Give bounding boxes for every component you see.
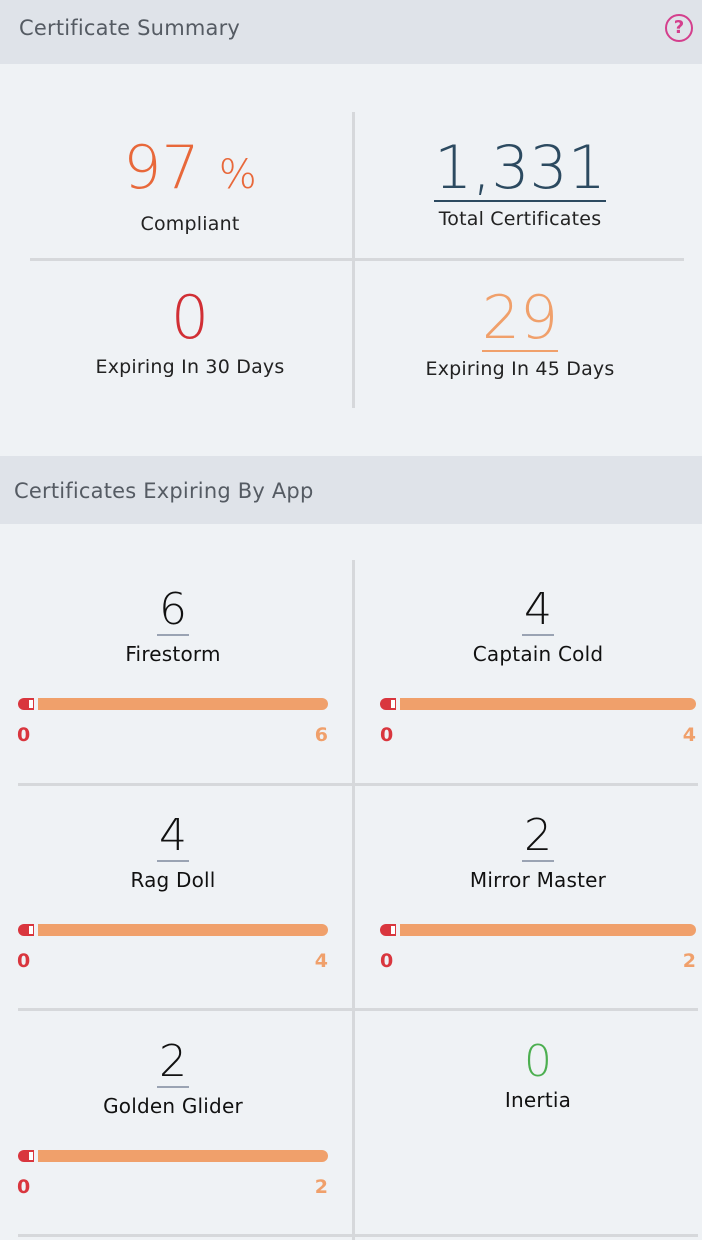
bar-min-label: 0 [380,724,394,746]
expiring-45-label: Expiring In 45 Days [425,358,615,380]
expiring-45-value[interactable]: 29 [481,286,559,352]
compliant-value: 97 % [123,136,256,207]
app-name: Firestorm [125,642,221,666]
bar-min-label: 0 [17,724,31,746]
app-name: Inertia [504,1088,572,1112]
app-expiry-bar-captain-cold [380,698,696,710]
app-card-mirror-master[interactable]: 2 Mirror Master [368,812,702,893]
expiring-by-app-title: Certificates Expiring By App [14,479,314,503]
bar-max-segment [38,924,328,936]
compliant-number: 97 [123,133,200,203]
app-expiry-bar-golden-glider [18,1150,328,1162]
bar-min-label: 0 [380,950,394,972]
app-count: 0 [524,1036,552,1087]
bar-min-segment [18,698,34,710]
expiring-30-label: Expiring In 30 Days [95,356,285,378]
bar-max-segment [38,1150,328,1162]
app-card-inertia: 0 Inertia [368,1036,702,1113]
bar-max-label: 6 [314,724,328,746]
app-card-firestorm[interactable]: 6 Firestorm [3,586,343,667]
bar-min-segment [380,924,396,936]
app-expiry-bar-firestorm [18,698,328,710]
app-count[interactable]: 6 [157,586,189,636]
app-name: Mirror Master [469,868,607,892]
app-count[interactable]: 2 [522,812,554,862]
apps-divider-1 [18,783,698,786]
app-name: Captain Cold [472,642,604,666]
apps-divider-2 [18,1008,698,1011]
expiring-30-value: 0 [170,283,210,353]
expiring-by-app-header: Certificates Expiring By App [0,456,702,524]
total-certificates-stat[interactable]: 1,331 Total Certificates [350,136,690,230]
bar-min-segment [18,1150,34,1162]
help-icon[interactable]: ? [665,14,693,42]
bar-min-segment [380,698,396,710]
app-card-captain-cold[interactable]: 4 Captain Cold [368,586,702,667]
compliant-stat: 97 % Compliant [20,136,360,235]
bar-max-segment [38,698,328,710]
total-certificates-label: Total Certificates [438,208,602,230]
bar-max-segment [400,924,696,936]
expiring-30-stat: 0 Expiring In 30 Days [20,286,360,378]
expiring-45-stat[interactable]: 29 Expiring In 45 Days [350,286,690,380]
summary-horizontal-divider [30,258,684,261]
app-count[interactable]: 2 [157,1038,189,1088]
app-name: Rag Doll [130,868,216,892]
app-card-golden-glider[interactable]: 2 Golden Glider [3,1038,343,1119]
compliant-label: Compliant [140,213,240,235]
bar-min-segment [18,924,34,936]
app-count[interactable]: 4 [522,586,554,636]
apps-divider-3 [18,1234,698,1237]
bar-max-label: 4 [682,724,696,746]
app-name: Golden Glider [103,1094,243,1118]
certificate-summary-title: Certificate Summary [19,16,241,40]
total-certificates-value[interactable]: 1,331 [434,136,606,202]
apps-vertical-divider [352,560,355,1240]
compliant-unit: % [218,152,257,198]
bar-max-label: 4 [314,950,328,972]
certificate-summary-header: Certificate Summary ? [0,0,702,64]
app-expiry-bar-rag-doll [18,924,328,936]
bar-max-label: 2 [682,950,696,972]
app-card-rag-doll[interactable]: 4 Rag Doll [3,812,343,893]
app-count[interactable]: 4 [157,812,189,862]
app-expiry-bar-mirror-master [380,924,696,936]
bar-max-segment [400,698,696,710]
bar-min-label: 0 [17,950,31,972]
bar-min-label: 0 [17,1176,31,1198]
bar-max-label: 2 [314,1176,328,1198]
